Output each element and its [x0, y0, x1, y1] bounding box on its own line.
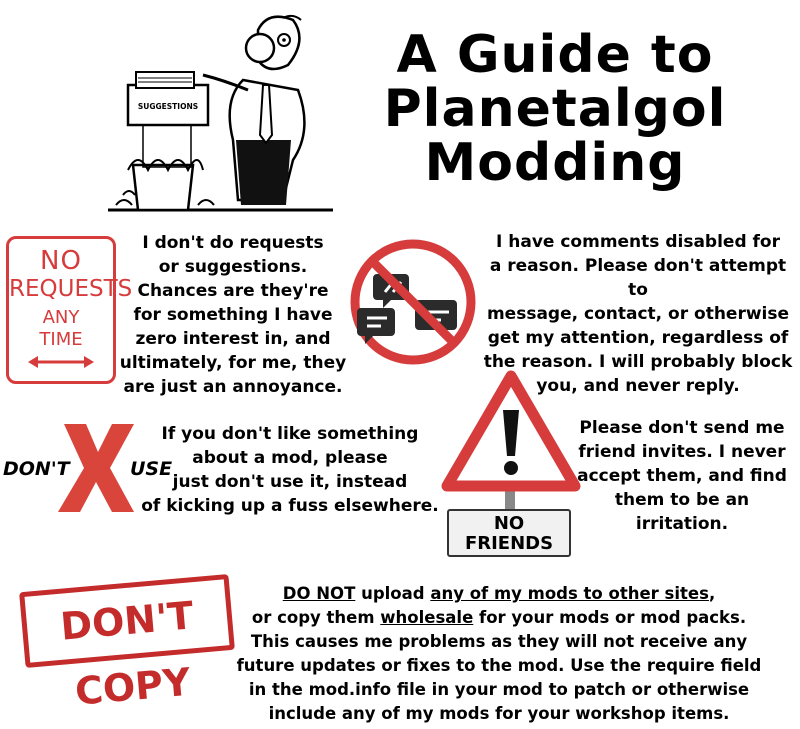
friends-text: Please don't send me friend invites. I n… — [567, 416, 797, 536]
dont-use-text-line: If you don't like something — [161, 424, 419, 444]
dont-use-text-line: about a mod, please — [192, 448, 388, 468]
requests-text-line: for something I have — [133, 305, 333, 325]
copy-text: DO NOT upload any of my mods to other si… — [226, 582, 772, 726]
friends-text-line: friend invites. I never — [578, 442, 786, 462]
requests-text-line: zero interest in, and — [135, 329, 331, 349]
copy-text-span: or copy them — [251, 608, 381, 627]
double-arrow-icon — [28, 356, 94, 368]
no-requests-sign-line-3: ANY — [42, 307, 80, 328]
no-friends-sign: NO FRIENDS — [447, 509, 571, 557]
shredder-label: SUGGESTIONS — [138, 102, 198, 111]
copy-text-span: , — [708, 584, 716, 603]
no-friends-sign-line-1: NO — [493, 513, 525, 534]
no-requests-sign-line-1: NO — [40, 246, 82, 276]
requests-text-line: ultimately, for me, they — [119, 353, 347, 373]
no-requests-sign: NO REQUESTS ANY TIME — [6, 236, 133, 384]
requests-text-line: or suggestions. — [158, 257, 308, 277]
friends-text-line: them to be an irritation. — [614, 490, 750, 534]
friends-text-line: Please don't send me — [579, 418, 785, 438]
no-comments-icon — [350, 239, 476, 365]
page-title: A Guide to Planetalgol Modding — [330, 28, 780, 190]
comments-text-line: message, contact, or otherwise — [486, 304, 790, 324]
no-requests-sign-line-4: TIME — [39, 329, 83, 350]
copy-text-line-1: DO NOT upload any of my mods to other si… — [226, 582, 772, 606]
red-x-icon — [58, 424, 134, 512]
copy-text-span: for your mods or mod packs. — [473, 608, 747, 627]
copy-text-line: include any of my mods for your workshop… — [268, 704, 730, 723]
dont-copy-stamp: DON'T COPY — [19, 573, 235, 714]
copy-text-span: upload — [355, 584, 431, 603]
shredder-cartoon-illustration: SUGGESTIONS — [108, 14, 333, 212]
dont-use-text-line: of kicking up a fuss elsewhere. — [141, 496, 439, 516]
friends-text-line: accept them, and find — [577, 466, 787, 486]
copy-text-line: in the mod.info file in your mod to patc… — [248, 680, 750, 699]
no-requests-sign-line-2: REQUESTS — [9, 276, 133, 302]
title-line-3: Modding — [424, 133, 686, 193]
copy-text-line: This causes me problems as they will not… — [250, 632, 748, 651]
warning-triangle-icon — [441, 370, 581, 510]
comments-text-line: I have comments disabled for — [496, 232, 780, 252]
comments-text-line: get my attention, regardless of — [487, 328, 789, 348]
dont-use-text-line: just don't use it, instead — [172, 472, 408, 492]
dont-use-text: If you don't like something about a mod,… — [140, 422, 440, 518]
requests-text: I don't do requests or suggestions. Chan… — [118, 231, 348, 399]
no-friends-sign-line-2: FRIENDS — [464, 533, 554, 554]
copy-text-line: future updates or fixes to the mod. Use … — [236, 656, 762, 675]
copy-text-line-2: or copy them wholesale for your mods or … — [226, 606, 772, 630]
comments-text-line: a reason. Please don't attempt to — [489, 256, 787, 300]
requests-text-line: Chances are they're — [137, 281, 329, 301]
copy-emphasis-wholesale: wholesale — [380, 608, 474, 627]
copy-emphasis-other-sites: any of my mods to other sites — [430, 584, 709, 603]
requests-text-line: I don't do requests — [142, 233, 324, 253]
requests-text-line: are just an annoyance. — [123, 377, 343, 397]
copy-emphasis-do-not: DO NOT — [282, 584, 356, 603]
title-line-2: Planetalgol — [383, 79, 727, 139]
title-line-1: A Guide to — [396, 25, 714, 85]
